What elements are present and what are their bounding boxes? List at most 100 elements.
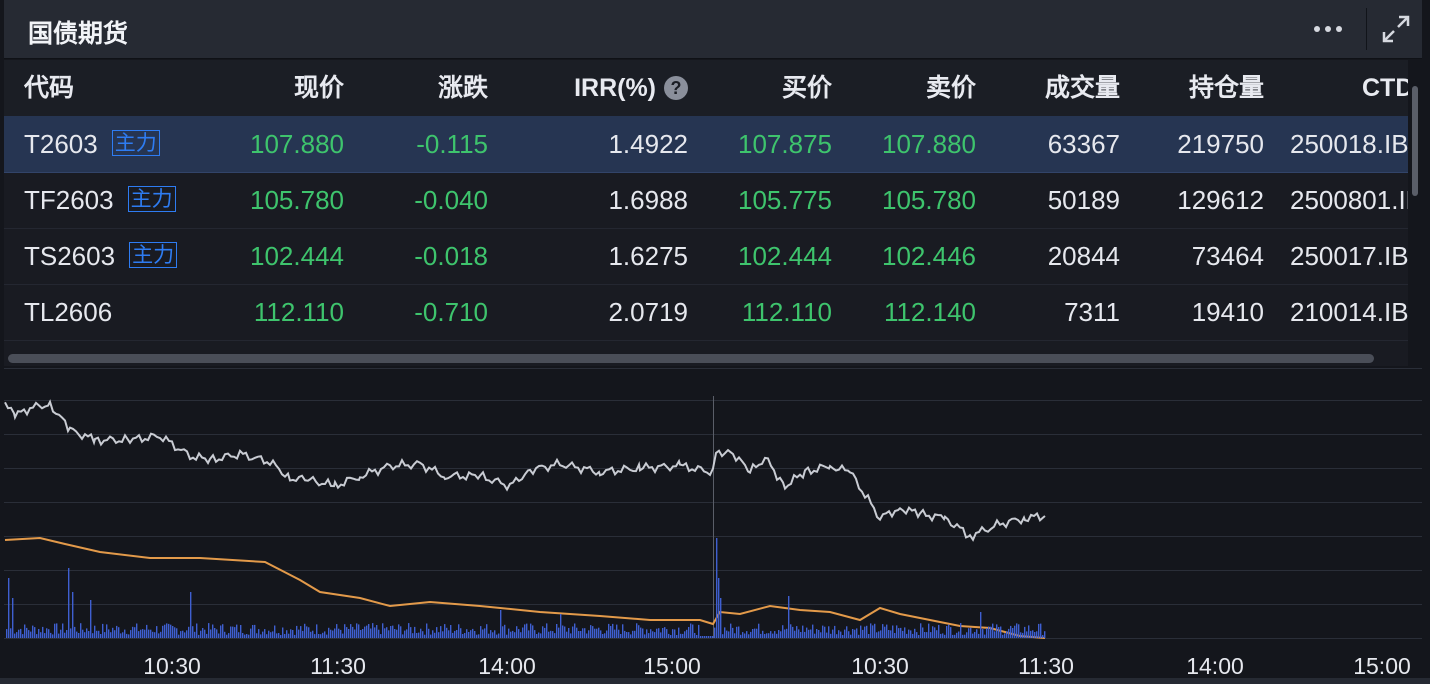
volume-bar	[178, 634, 180, 638]
volume-bar	[116, 625, 118, 638]
volume-bar	[262, 631, 264, 638]
change-cell: -0.710	[414, 297, 488, 327]
volume-bar	[280, 635, 282, 638]
volume-bar	[42, 626, 44, 638]
volume-bar	[356, 623, 358, 638]
column-header-open-interest[interactable]: 持仓量	[1189, 60, 1264, 116]
ask-cell: 112.140	[883, 297, 976, 327]
volume-bar	[1014, 625, 1016, 638]
vertical-scrollbar[interactable]	[1412, 86, 1418, 196]
table-row[interactable]: TL2606 112.110 -0.710 2.0719 112.110 112…	[4, 284, 1408, 341]
volume-bar	[712, 636, 714, 638]
column-header-irr[interactable]: IRR(%)?	[574, 60, 688, 116]
volume-bar	[584, 628, 586, 638]
volume-bar	[344, 624, 346, 638]
volume-bar	[498, 633, 500, 638]
intraday-chart[interactable]: 10:30 11:30 14:00 15:00 10:30 11:30 14:00 15:00	[0, 368, 1430, 684]
change-cell: -0.018	[414, 241, 488, 271]
volume-bar	[538, 632, 540, 638]
column-header-bid[interactable]: 买价	[782, 60, 832, 116]
volume-bar	[382, 623, 384, 638]
column-header-price[interactable]: 现价	[294, 60, 344, 116]
volume-bar	[930, 632, 932, 638]
volume-bar	[652, 631, 654, 638]
volume-bar	[862, 629, 864, 638]
help-icon[interactable]: ?	[664, 76, 688, 100]
volume-bar	[998, 627, 1000, 638]
volume-bar	[1012, 628, 1014, 638]
column-header-change[interactable]: 涨跌	[438, 60, 488, 116]
volume-bar	[108, 629, 110, 638]
volume-bar	[1040, 623, 1042, 638]
volume-bar	[994, 631, 996, 638]
volume-bar	[836, 634, 838, 638]
volume-bar	[650, 629, 652, 638]
volume-bar	[602, 634, 604, 638]
volume-bar	[646, 629, 648, 638]
volume-bar	[864, 626, 866, 638]
more-options-button[interactable]	[1300, 8, 1356, 50]
column-header-ctd[interactable]: CTD	[1362, 60, 1408, 116]
volume-bar	[292, 630, 294, 638]
column-header-volume[interactable]: 成交量	[1045, 60, 1120, 116]
volume-bar	[768, 633, 770, 638]
column-header-code[interactable]: 代码	[24, 60, 74, 116]
volume-bar	[618, 629, 620, 638]
volume-bar	[306, 626, 308, 638]
volume-bar	[902, 630, 904, 638]
price-line	[4, 399, 1046, 542]
volume-bar	[738, 626, 740, 638]
volume-bar	[848, 631, 850, 638]
volume-bar	[694, 633, 696, 638]
volume-bar	[782, 625, 784, 638]
volume-bar	[186, 630, 188, 638]
volume-bar	[572, 626, 574, 638]
volume-bar	[614, 629, 616, 638]
volume-bar	[254, 624, 256, 638]
volume-bar	[194, 631, 196, 638]
volume-bar	[206, 633, 208, 638]
intraday-chart-svg: 10:30 11:30 14:00 15:00 10:30 11:30 14:00 15:00	[4, 368, 1422, 679]
x-tick-label: 10:30	[851, 653, 909, 679]
column-header-ask[interactable]: 卖价	[926, 60, 976, 116]
volume-bar	[606, 630, 608, 638]
volume-bar	[428, 628, 430, 638]
table-row[interactable]: TS2603 主力 102.444 -0.018 1.6275 102.444 1…	[4, 228, 1408, 285]
volume-bar	[238, 632, 240, 638]
volume-bar	[314, 634, 316, 638]
volume-bar	[88, 631, 90, 638]
volume-bar	[564, 626, 566, 638]
average-line	[4, 536, 1046, 639]
volume-bar	[972, 633, 974, 638]
volume-bar	[510, 631, 512, 638]
volume-bar	[806, 627, 808, 638]
expand-button[interactable]	[1370, 8, 1422, 50]
volume-bar	[824, 626, 826, 638]
volume-bar	[642, 628, 644, 638]
volume-bar	[918, 635, 920, 638]
volume-bar	[316, 624, 318, 638]
volume-bar	[408, 623, 410, 638]
volume-bar	[458, 624, 460, 638]
panel-header: 国债期货	[4, 0, 1422, 59]
table-row[interactable]: TF2603 主力 105.780 -0.040 1.6988 105.775 1…	[4, 172, 1408, 229]
horizontal-scrollbar[interactable]	[8, 354, 1374, 363]
table-row[interactable]: T2603 主力 107.880 -0.115 1.4922 107.875 10…	[4, 116, 1408, 173]
volume-bar	[974, 632, 976, 638]
volume-bar	[856, 628, 858, 638]
volume-bar	[1026, 631, 1028, 638]
volume-bar	[752, 629, 754, 638]
volume-bar	[300, 626, 302, 638]
irr-cell: 1.6275	[608, 241, 688, 271]
volume-bar	[926, 632, 928, 638]
volume-bar	[16, 632, 18, 638]
volume-bar	[896, 625, 898, 638]
volume-bar	[244, 634, 246, 638]
volume-bar	[252, 625, 254, 638]
volume-bar	[514, 632, 516, 638]
volume-bar	[208, 623, 210, 638]
volume-bar	[296, 625, 298, 638]
volume-bar	[804, 631, 806, 638]
volume-bar	[766, 633, 768, 638]
x-tick-label: 11:30	[1018, 653, 1074, 679]
